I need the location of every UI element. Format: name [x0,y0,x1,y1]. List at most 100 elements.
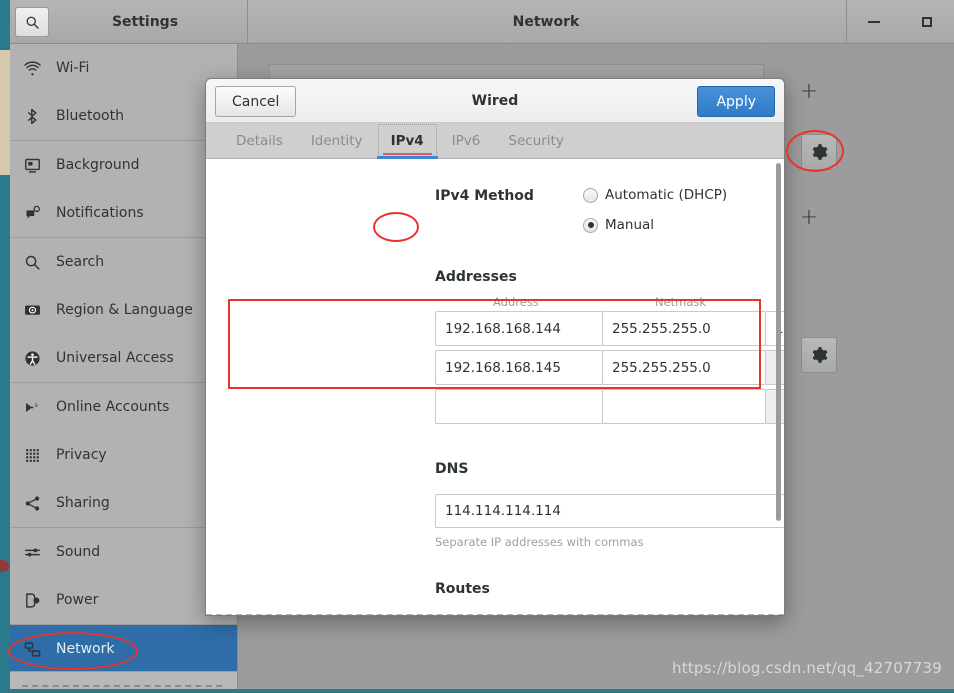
radio-automatic-dhcp[interactable]: Automatic (DHCP) [583,187,727,203]
page-title: Network [512,14,580,30]
sidebar-item-label: Wi-Fi [56,60,90,76]
add-connection-button-1[interactable]: + [797,80,821,104]
background-icon [24,157,52,174]
tab-ipv6[interactable]: IPv6 [438,123,495,158]
sharing-icon [24,495,52,512]
blog-watermark: https://blog.csdn.net/qq_42707739 [672,659,942,677]
maximize-button[interactable] [910,7,944,37]
wifi-icon [24,60,52,77]
sidebar-item-region-language[interactable]: Region & Language [10,286,237,334]
window-controls [846,0,954,44]
sidebar-item-search[interactable]: Search [10,238,237,286]
search-icon [24,254,52,271]
address-input[interactable] [435,389,603,424]
sidebar-list: Wi-Fi Bluetooth Background Notifications Sea… [10,44,237,673]
network-settings-gear-button-2[interactable] [801,337,837,373]
addresses-label: Addresses [435,269,517,285]
minimize-button[interactable] [857,7,891,37]
sidebar-item-universal-access[interactable]: Universal Access [10,334,237,382]
sidebar-item-label: Power [56,592,99,608]
radio-label: Manual [605,217,655,233]
address-input[interactable]: 192.168.168.145 [435,350,603,385]
notifications-icon [24,205,52,222]
tab-details[interactable]: Details [222,123,297,158]
privacy-icon [24,447,52,464]
universal-access-icon [24,350,52,367]
netmask-input[interactable] [602,389,766,424]
gateway-input[interactable]: 192.168.168.1 [765,311,784,346]
dialog-tab-bar: Details Identity IPv4 IPv6 Security [206,123,784,159]
screen-root: + + https://blog.csdn.net/qq_42707739 Wi… [0,0,954,693]
tab-security[interactable]: Security [494,123,577,158]
online-accounts-icon: s [24,399,52,416]
sidebar-item-label: Search [56,254,105,270]
sidebar-item-label: Online Accounts [56,399,170,415]
search-button[interactable] [15,7,49,37]
gear-icon [812,144,828,160]
sidebar-item-sharing[interactable]: Sharing [10,479,237,527]
sidebar-item-label: Bluetooth [56,108,124,124]
address-row [435,389,784,424]
settings-sidebar: Wi-Fi Bluetooth Background Notifications Sea… [10,44,238,693]
sidebar-item-bluetooth[interactable]: Bluetooth [10,92,237,140]
sidebar-item-power[interactable]: Power [10,576,237,624]
dialog-scrollbar-thumb[interactable] [776,163,781,521]
sidebar-item-background[interactable]: Background [10,141,237,189]
sidebar-item-privacy[interactable]: Privacy [10,431,237,479]
bluetooth-icon [24,108,52,125]
sidebar-item-label: Privacy [56,447,107,463]
netmask-input[interactable]: 255.255.255.0 [602,311,766,346]
dialog-bottom-divider [206,614,784,615]
apply-button[interactable]: Apply [697,86,775,117]
sidebar-item-label: Background [56,157,140,173]
sidebar-item-label: Universal Access [56,350,174,366]
ipv4-tab-panel: IPv4 Method Automatic (DHCP) Link-Local … [206,159,784,615]
address-input[interactable]: 192.168.168.144 [435,311,603,346]
sidebar-item-wi-fi[interactable]: Wi-Fi [10,44,237,92]
sidebar-item-label: Notifications [56,205,144,221]
power-icon [24,592,52,609]
tab-identity[interactable]: Identity [297,123,377,158]
gateway-input [765,350,784,385]
maximize-icon [922,17,933,27]
titlebar-left-section: Settings [10,0,248,44]
region-language-icon [24,302,52,319]
dns-hint: Separate IP addresses with commas [435,535,644,549]
sidebar-item-label: Sharing [56,495,110,511]
sidebar-item-label: Sound [56,544,101,560]
network-settings-gear-button-1[interactable] [801,134,837,170]
radio-indicator [583,187,598,203]
svg-text:s: s [35,401,38,408]
column-header-netmask: Netmask [655,295,707,309]
minimize-icon [867,21,880,23]
desktop-bottom-strip [0,689,954,693]
add-connection-button-2[interactable]: + [797,206,821,230]
netmask-input[interactable]: 255.255.255.0 [602,350,766,385]
radio-indicator [583,217,598,233]
tab-ipv4[interactable]: IPv4 [376,123,438,159]
sound-icon [24,544,52,561]
network-icon [24,641,52,658]
search-icon [26,16,39,29]
gateway-input [765,389,784,424]
dns-label: DNS [435,461,469,477]
dialog-header: Cancel Wired Apply [206,79,784,123]
sidebar-item-label: Region & Language [56,302,193,318]
gear-icon [812,347,828,363]
dns-servers-input[interactable]: 114.114.114.114 [435,494,784,528]
address-row: 192.168.168.145 255.255.255.0 [435,350,784,385]
sidebar-item-network[interactable]: Network [10,625,237,673]
sidebar-item-online-accounts[interactable]: s Online Accounts [10,383,237,431]
wired-connection-dialog: Cancel Wired Apply Details Identity IPv4 IP… [205,78,785,616]
column-header-address: Address [493,295,539,309]
routes-label: Routes [435,581,490,597]
ipv4-method-label: IPv4 Method [435,188,534,204]
window-titlebar: Settings Network [10,0,954,44]
settings-window-title: Settings [111,14,179,30]
radio-manual[interactable]: Manual [583,217,654,233]
sidebar-item-sound[interactable]: Sound [10,528,237,576]
radio-label: Automatic (DHCP) [605,187,728,203]
sidebar-item-notifications[interactable]: Notifications [10,189,237,237]
sidebar-item-label: Network [56,641,115,657]
address-row: 192.168.168.144255.255.255.0192.168.168.… [435,311,784,346]
